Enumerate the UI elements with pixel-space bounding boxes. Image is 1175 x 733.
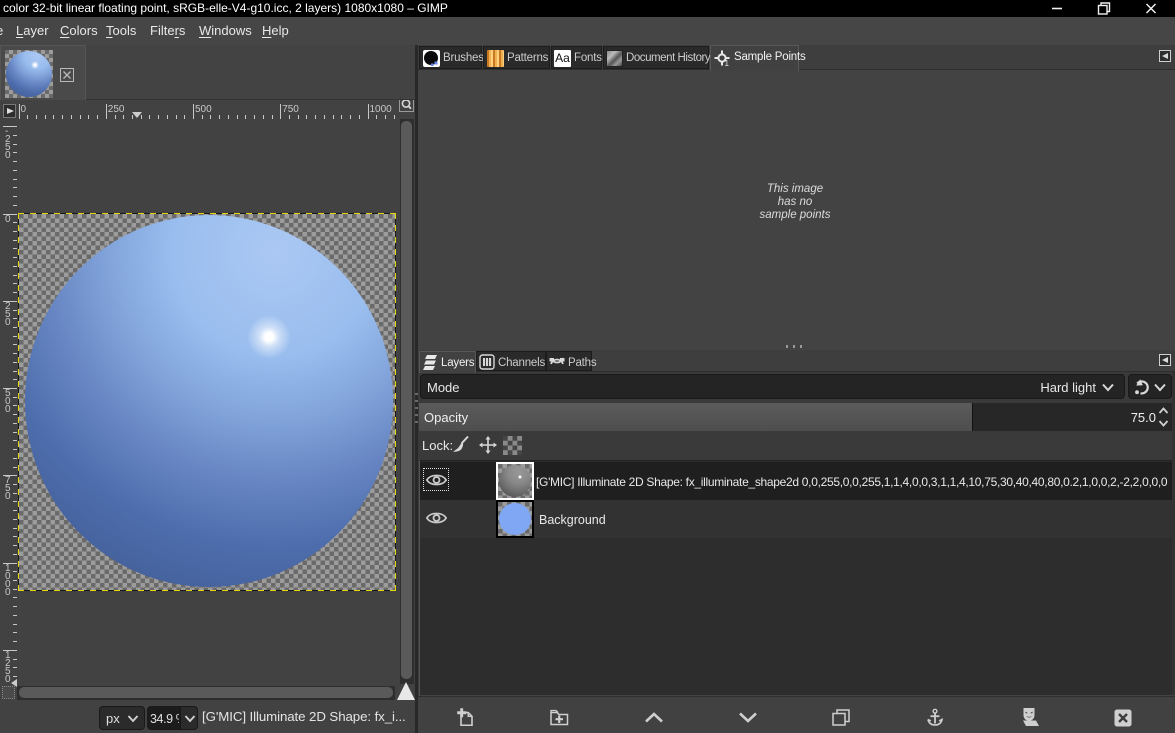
- svg-text:1: 1: [725, 59, 730, 67]
